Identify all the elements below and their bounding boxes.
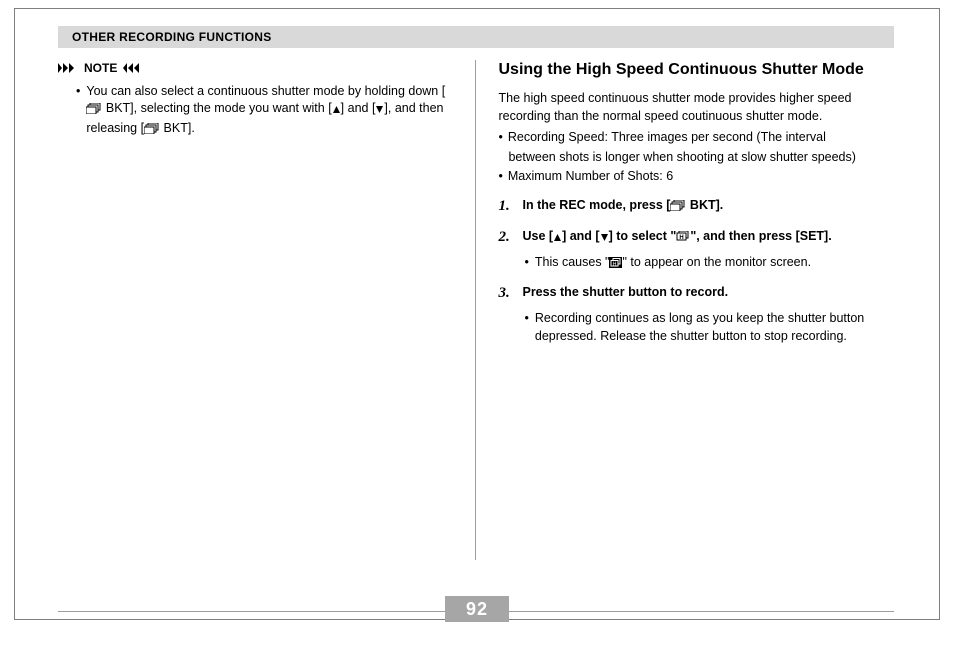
step-2-sub: • This causes "H " to appear on the monit…	[498, 254, 894, 274]
step-body: In the REC mode, press [ BKT].	[522, 196, 894, 216]
note-label: NOTE	[84, 60, 117, 77]
bullet-dot: •	[524, 310, 528, 345]
sub-text: This causes "H " to appear on the monitor…	[535, 254, 811, 274]
step-3-sub: • Recording continues as long as you kee…	[498, 310, 894, 345]
bkt-stack-icon	[86, 102, 102, 120]
bullet-dot: •	[524, 254, 528, 274]
bullet-dot: •	[76, 83, 80, 140]
note-heading: NOTE	[58, 60, 457, 77]
text-frag: Use [	[522, 229, 553, 243]
bullet-dot: •	[498, 168, 502, 186]
sub-text: Recording continues as long as you keep …	[535, 310, 894, 345]
svg-text:H: H	[680, 235, 684, 241]
up-triangle-icon	[553, 229, 562, 247]
hs-shutter-icon: H	[676, 229, 690, 247]
note-left-arrows-icon	[123, 63, 143, 73]
hs-shutter-inverted-icon: H	[609, 256, 622, 274]
bkt-stack-icon	[144, 122, 160, 140]
text-frag: You can also select a continuous shutter…	[86, 84, 445, 98]
text-frag: BKT], selecting the mode you want with [	[102, 101, 331, 115]
step-number: 3.	[498, 283, 514, 304]
text-frag: " to appear on the monitor screen.	[622, 255, 811, 269]
step-3: 3. Press the shutter button to record.	[498, 283, 894, 304]
left-column: NOTE • You can also select a continuous …	[58, 60, 473, 560]
section-header-title: OTHER RECORDING FUNCTIONS	[72, 30, 272, 44]
text-frag: ", and then press [SET].	[690, 229, 831, 243]
bkt-stack-icon	[670, 198, 686, 216]
text-frag: ] to select "	[609, 229, 677, 243]
list-text: Recording Speed: Three images per second…	[508, 129, 826, 147]
svg-text:H: H	[613, 261, 617, 267]
spec-list: • Recording Speed: Three images per seco…	[498, 129, 894, 186]
list-item-continuation: between shots is longer when shooting at…	[498, 149, 894, 167]
section-header: OTHER RECORDING FUNCTIONS	[58, 26, 894, 48]
text-frag: ] and [	[341, 101, 376, 115]
note-text: You can also select a continuous shutter…	[86, 83, 457, 140]
right-column: Using the High Speed Continuous Shutter …	[478, 60, 894, 560]
list-text: Maximum Number of Shots: 6	[508, 168, 673, 186]
column-divider	[475, 60, 476, 560]
content-columns: NOTE • You can also select a continuous …	[58, 60, 894, 560]
step-number: 1.	[498, 196, 514, 217]
text-frag: ] and [	[562, 229, 600, 243]
step-2: 2. Use [ ] and [ ] to select "H ", and then…	[498, 227, 894, 248]
step-body: Press the shutter button to record.	[522, 283, 894, 301]
list-item: • Maximum Number of Shots: 6	[498, 168, 894, 186]
note-bullet: • You can also select a continuous shutt…	[58, 83, 457, 140]
list-text: between shots is longer when shooting at…	[508, 149, 855, 167]
step-1: 1. In the REC mode, press [ BKT].	[498, 196, 894, 217]
text-frag: This causes "	[535, 255, 610, 269]
down-triangle-icon	[600, 229, 609, 247]
step-body: Use [ ] and [ ] to select "H ", and then pr…	[522, 227, 894, 247]
text-frag: In the REC mode, press [	[522, 198, 670, 212]
step-number: 2.	[498, 227, 514, 248]
up-triangle-icon	[332, 102, 341, 120]
text-frag: BKT].	[686, 198, 723, 212]
intro-paragraph: The high speed continuous shutter mode p…	[498, 90, 894, 125]
section-title: Using the High Speed Continuous Shutter …	[498, 60, 894, 80]
note-right-arrows-icon	[58, 63, 78, 73]
text-frag: BKT].	[160, 121, 195, 135]
page-number: 92	[466, 599, 488, 620]
page-number-tab: 92	[445, 596, 509, 622]
bullet-dot: •	[498, 129, 502, 147]
list-item: • Recording Speed: Three images per seco…	[498, 129, 894, 147]
